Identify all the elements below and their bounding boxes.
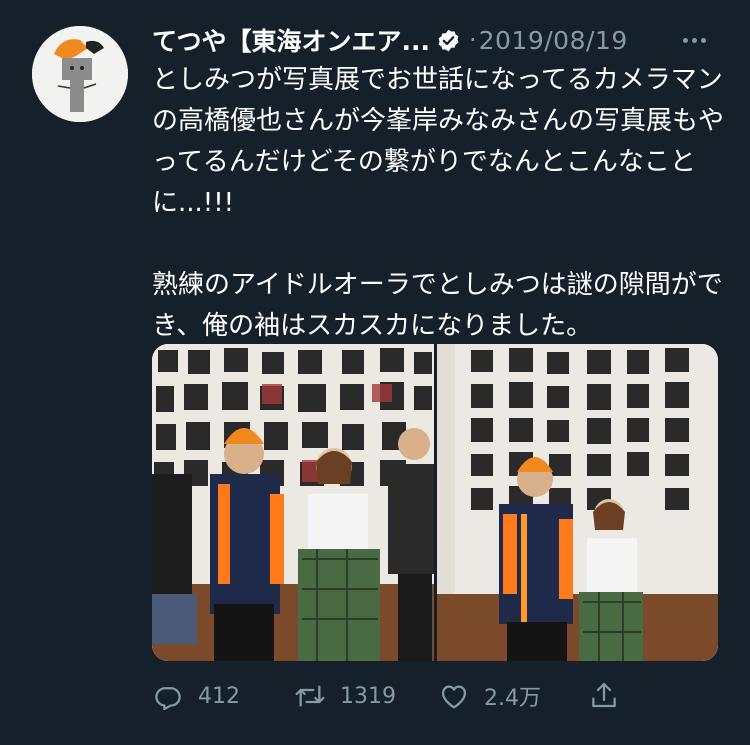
tweet-header: てつや【東海オンエア... · 2019/08/19 xyxy=(152,22,712,58)
tweet-photo-2[interactable] xyxy=(436,344,718,661)
avatar[interactable] xyxy=(32,26,128,122)
tweet-media xyxy=(152,344,718,661)
tweet-text: としみつが写真展でお世話になってるカメラマンの高橋優也さんが今峯岸みなみさんの写… xyxy=(152,60,732,347)
retweet-button[interactable]: 1319 xyxy=(294,680,396,712)
tweet-photo-1[interactable] xyxy=(152,344,434,661)
verified-badge-icon xyxy=(436,28,461,53)
author-name[interactable]: てつや【東海オンエア... xyxy=(152,22,430,58)
reply-icon xyxy=(155,687,181,711)
separator-dot: · xyxy=(469,26,477,54)
retweet-count: 1319 xyxy=(340,683,396,709)
like-button[interactable]: 2.4万 xyxy=(438,680,541,712)
tweet-actions: 412 1319 2.4万 xyxy=(152,676,632,716)
reply-button[interactable]: 412 xyxy=(152,680,240,712)
like-icon xyxy=(441,685,467,709)
share-icon xyxy=(592,682,616,708)
avatar-drawing xyxy=(32,26,128,122)
more-icon[interactable] xyxy=(676,22,712,58)
share-button[interactable] xyxy=(588,680,620,712)
tweet-date[interactable]: 2019/08/19 xyxy=(479,26,628,55)
tweet-paragraph-2: 熟練のアイドルオーラでとしみつは謎の隙間ができ、俺の袖はスカスカになりました。 xyxy=(152,270,723,341)
retweet-icon xyxy=(295,685,325,707)
like-count: 2.4万 xyxy=(484,686,541,711)
reply-count: 412 xyxy=(198,683,240,709)
tweet-paragraph-spacer xyxy=(152,224,732,265)
tweet-paragraph-1: としみつが写真展でお世話になってるカメラマンの高橋優也さんが今峯岸みなみさんの写… xyxy=(152,65,725,218)
